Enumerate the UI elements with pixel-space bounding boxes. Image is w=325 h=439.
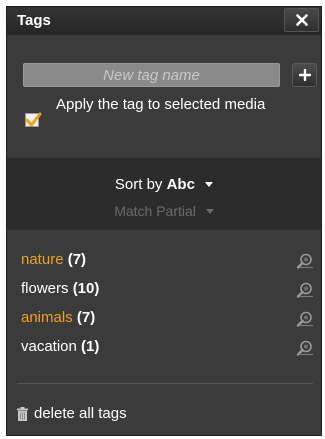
search-tag-icon[interactable] [296, 311, 314, 327]
sort-by-value: Abc [166, 176, 195, 193]
new-tag-name-input[interactable] [23, 63, 280, 87]
tag-row: nature (7) [7, 251, 321, 273]
tag-count: (7) [76, 309, 96, 326]
tags-panel: Tags Apply the tag to selected media Sor… [6, 6, 322, 436]
sort-by-label: Sort by [114, 176, 163, 193]
add-tag-button[interactable] [292, 63, 317, 87]
trash-icon [17, 407, 28, 421]
divider [17, 383, 313, 384]
apply-tag-label: Apply the tag to selected media [56, 96, 266, 113]
sort-section: Sort by Abc Match Partial [7, 158, 321, 230]
search-tag-icon[interactable] [296, 253, 314, 269]
tag-count: (7) [67, 251, 87, 268]
tag-link[interactable]: vacation (1) [21, 338, 99, 355]
delete-all-tags-label: delete all tags [34, 405, 127, 422]
tag-row: vacation (1) [7, 338, 321, 360]
panel-title: Tags [17, 12, 51, 29]
tag-count: (1) [81, 338, 100, 355]
tag-row: flowers (10) [7, 280, 321, 302]
tag-name: vacation [21, 338, 77, 355]
dropdown-arrow-icon [205, 181, 214, 187]
match-dropdown[interactable]: Match Partial [7, 203, 321, 219]
checkmark-icon [25, 112, 42, 127]
search-tag-icon[interactable] [296, 282, 314, 298]
search-tag-icon[interactable] [296, 340, 314, 356]
tag-count: (10) [72, 280, 100, 297]
tag-row: animals (7) [7, 309, 321, 331]
tag-link[interactable]: nature (7) [21, 251, 86, 268]
match-value: Partial [156, 203, 196, 219]
tag-link[interactable]: flowers (10) [21, 280, 99, 297]
close-button[interactable] [284, 8, 319, 32]
apply-tag-checkbox[interactable] [25, 112, 42, 127]
close-icon [296, 14, 308, 26]
apply-tag-option[interactable]: Apply the tag to selected media [25, 95, 305, 139]
tag-name: animals [21, 309, 73, 326]
tag-name: nature [21, 251, 64, 268]
tag-link[interactable]: animals (7) [21, 309, 95, 326]
tag-name: flowers [21, 280, 69, 297]
plus-icon [299, 69, 311, 81]
sort-by-dropdown[interactable]: Sort by Abc [7, 176, 321, 193]
title-bar: Tags [7, 7, 321, 35]
dropdown-arrow-icon [205, 208, 214, 214]
match-label: Match [114, 203, 153, 219]
